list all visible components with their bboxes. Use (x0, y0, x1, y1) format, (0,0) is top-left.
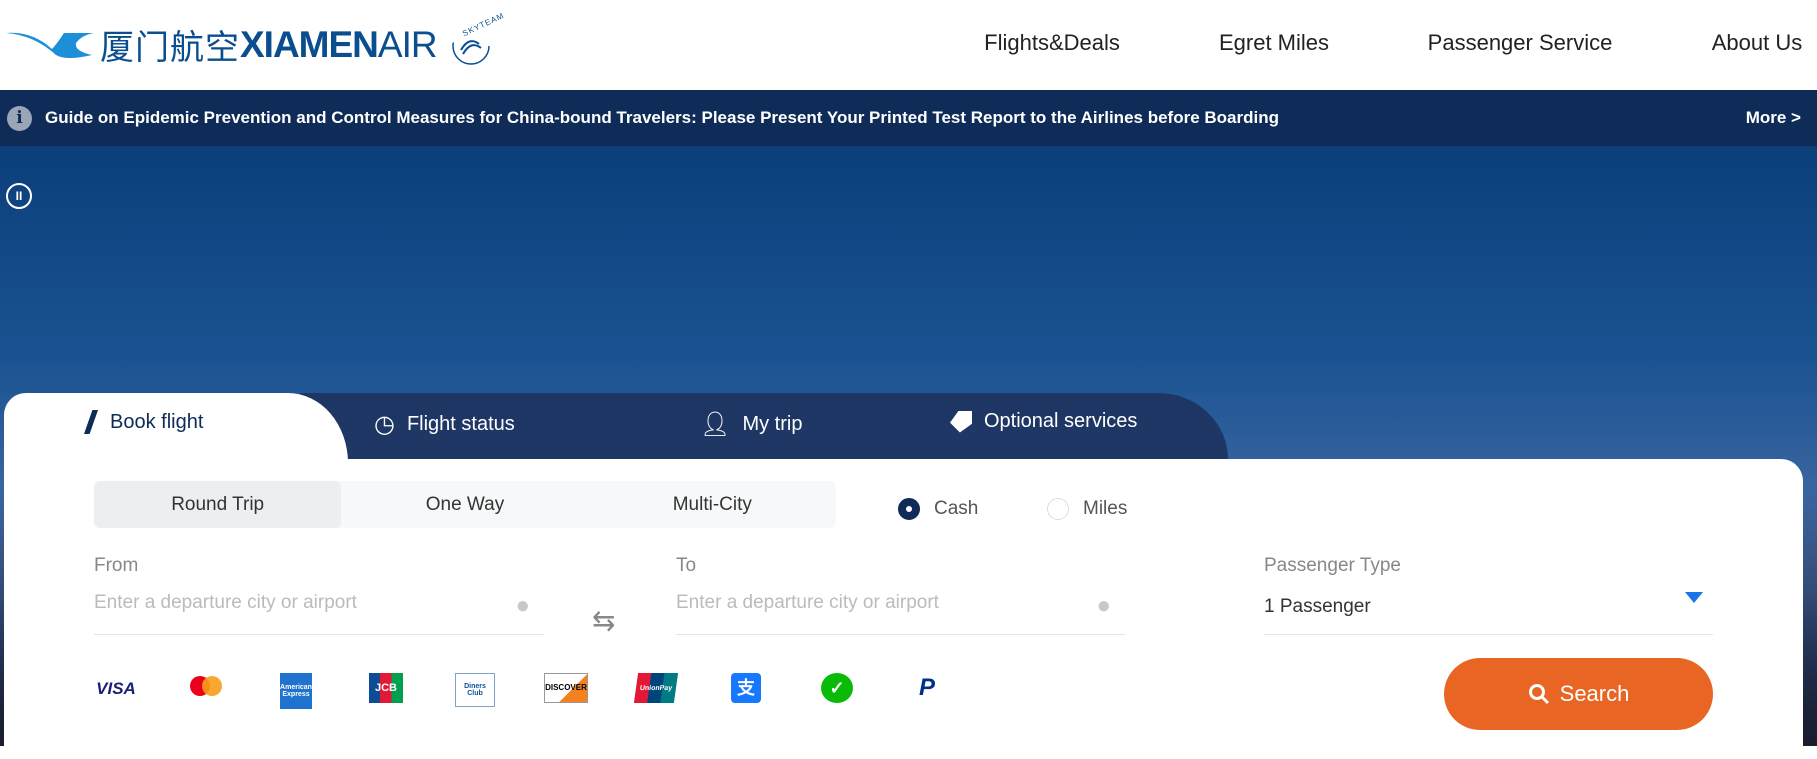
diners-club-icon: Diners Club (455, 673, 495, 707)
clock-icon: ◷ (374, 411, 395, 438)
to-field: ● (676, 592, 1125, 635)
discover-icon: DISCOVER (544, 673, 588, 703)
egret-logo-icon (6, 32, 94, 58)
skyteam-logo: SKYTEAM (447, 10, 505, 68)
tag-icon (950, 410, 972, 433)
trip-one-way[interactable]: One Way (341, 481, 588, 528)
mastercard-icon (184, 673, 228, 703)
from-field: ● (94, 592, 544, 635)
location-pin-icon: ● (1096, 592, 1112, 619)
tab-flight-status[interactable]: ◷ Flight status (374, 410, 515, 439)
radio-miles[interactable]: Miles (1047, 498, 1127, 520)
passenger-type-label: Passenger Type (1264, 555, 1401, 576)
tab-book-flight[interactable]: Book flight (84, 410, 203, 434)
nav-about-us[interactable]: About Us (1712, 30, 1803, 56)
more-link[interactable]: More > (1746, 108, 1801, 128)
tab-my-trip[interactable]: 👤︎ My trip (700, 410, 802, 439)
wechat-pay-icon: ✓ (821, 673, 853, 703)
plane-tail-icon (84, 410, 98, 434)
header: 厦门航空 XIAMENAIR SKYTEAM Flights&Deals Egr… (0, 0, 1817, 90)
to-input[interactable] (676, 592, 1076, 614)
from-label: From (94, 555, 139, 576)
trip-multi-city[interactable]: Multi-City (589, 481, 836, 528)
alipay-icon: 支 (731, 673, 761, 703)
jcb-icon: JCB (369, 673, 403, 703)
notice-bar: i Guide on Epidemic Prevention and Contr… (0, 90, 1817, 146)
xiamen-air-logo[interactable]: 厦门航空 XIAMENAIR SKYTEAM (4, 10, 505, 69)
search-button[interactable]: Search (1444, 658, 1713, 730)
nav-flights-deals[interactable]: Flights&Deals (984, 30, 1120, 56)
from-input[interactable] (94, 592, 494, 614)
nav-egret-miles[interactable]: Egret Miles (1219, 30, 1329, 56)
visa-icon: VISA (96, 678, 136, 698)
notice-text[interactable]: Guide on Epidemic Prevention and Control… (45, 108, 1279, 128)
passenger-type-select[interactable]: 1 Passenger (1264, 592, 1713, 635)
radio-cash[interactable]: Cash (898, 498, 978, 520)
trip-round-trip[interactable]: Round Trip (94, 481, 342, 528)
swap-icon[interactable]: ⇆ (592, 604, 615, 637)
dropdown-arrow-icon (1685, 592, 1703, 603)
tab-optional-services[interactable]: Optional services (950, 410, 1137, 433)
paypal-icon: P (918, 674, 935, 701)
pause-button[interactable]: II (6, 183, 32, 209)
amex-icon: American Express (280, 673, 312, 709)
to-label: To (676, 555, 697, 576)
nav-passenger-service[interactable]: Passenger Service (1428, 30, 1613, 56)
trip-type-selector: Round Trip One Way Multi-City (94, 481, 836, 528)
info-icon: i (7, 106, 32, 131)
person-icon: 👤︎ (700, 411, 731, 438)
search-icon (1528, 684, 1549, 705)
location-pin-icon: ● (515, 592, 531, 619)
unionpay-icon: UnionPay (633, 673, 679, 703)
